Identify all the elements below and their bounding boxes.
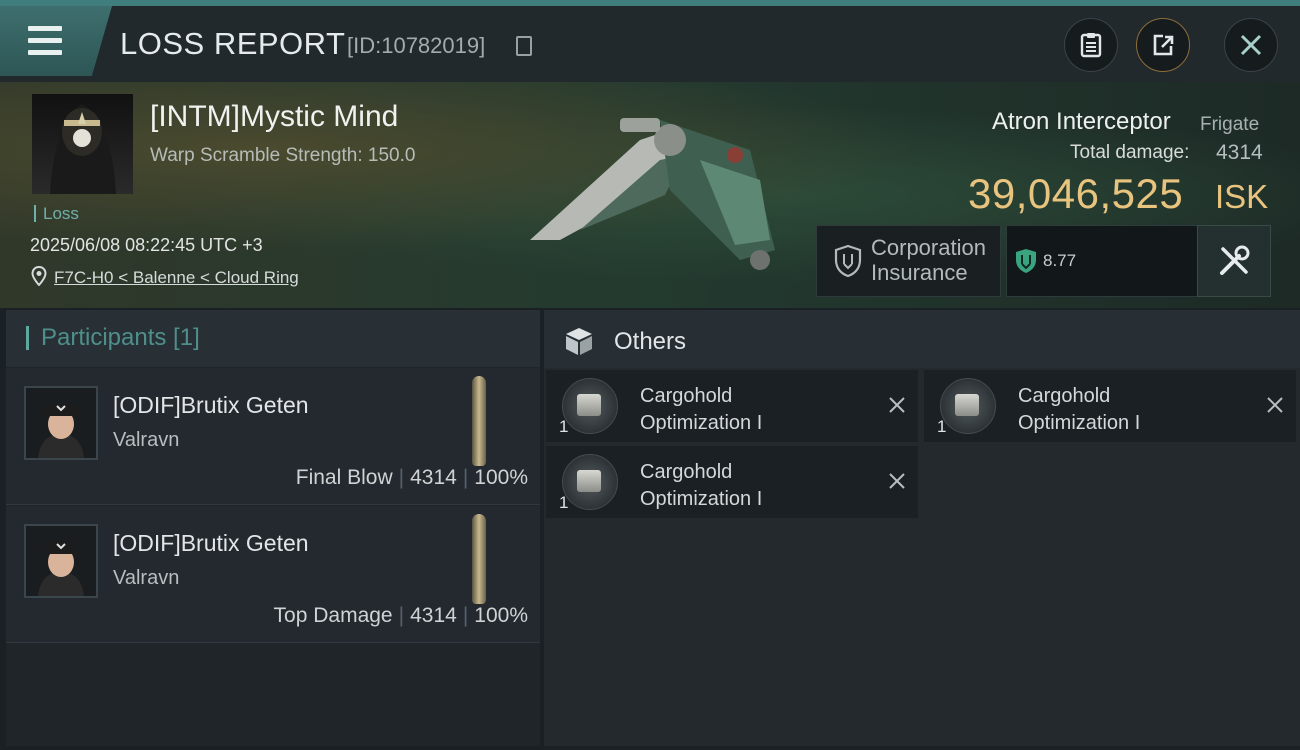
module-icon — [940, 378, 996, 434]
menu-icon — [28, 26, 62, 56]
participant-ship: Valravn — [113, 429, 180, 451]
share-icon — [1153, 34, 1174, 56]
destroyed-x-icon — [889, 397, 905, 413]
item-name-line1: Cargohold — [640, 461, 733, 483]
module-icon — [562, 378, 618, 434]
share-button[interactable] — [1136, 18, 1190, 72]
insurance-label-line1: Corporation — [871, 235, 986, 260]
total-damage-label: Total damage: — [1070, 142, 1190, 163]
participant-avatar[interactable] — [24, 524, 98, 598]
security-value: 8.77 — [1043, 251, 1077, 270]
participants-title[interactable]: Participants [1] — [26, 326, 200, 350]
page-title: LOSS REPORT — [120, 26, 346, 61]
total-damage-value: 4314 — [1216, 141, 1263, 164]
item-name: Cargohold Optimization I — [1018, 383, 1140, 437]
participant-avatar[interactable] — [24, 386, 98, 460]
item-quantity: 1 — [559, 493, 569, 512]
loss-datetime: 2025/06/08 08:22:45 UTC +3 — [30, 235, 263, 255]
status-badge: Loss — [34, 205, 79, 222]
participant-percent: 100% — [474, 604, 528, 627]
others-title: Others — [614, 328, 687, 355]
weapon-icon[interactable] — [472, 514, 486, 604]
participant-stats: Final Blow | 4314 | 100% — [295, 466, 528, 489]
ship-name[interactable]: Atron Interceptor — [992, 108, 1171, 136]
participant-card[interactable]: [ODIF]Brutix Geten Valravn Final Blow | 43… — [6, 368, 540, 505]
item-quantity: 1 — [937, 417, 947, 436]
victim-portrait[interactable] — [32, 94, 133, 194]
cargo-box-icon — [566, 328, 592, 355]
participant-name[interactable]: [ODIF]Brutix Geten — [113, 530, 309, 557]
clipboard-button[interactable] — [1064, 18, 1118, 72]
cargo-item[interactable]: 1 Cargohold Optimization I — [924, 370, 1296, 442]
item-name-line1: Cargohold — [1018, 385, 1111, 407]
cargo-item[interactable]: 1 Cargohold Optimization I — [546, 370, 918, 442]
pilot-portrait-image — [50, 104, 116, 194]
participant-portrait-image — [38, 403, 84, 458]
item-name: Cargohold Optimization I — [640, 459, 762, 513]
isk-value: 39,046,525 — [968, 170, 1184, 217]
isk-unit: ISK — [1215, 178, 1269, 215]
destroyed-x-icon — [889, 473, 905, 489]
victim-name[interactable]: [INTM]Mystic Mind — [150, 100, 398, 134]
item-name-line2: Optimization I — [1018, 412, 1141, 434]
participant-percent: 100% — [474, 466, 528, 489]
item-name-line2: Optimization I — [640, 488, 763, 510]
insurance-label: Corporation Insurance — [871, 235, 986, 285]
warp-scramble-strength: Warp Scramble Strength: 150.0 — [150, 145, 416, 166]
participant-portrait-image — [38, 541, 84, 596]
clipboard-icon — [1080, 33, 1102, 58]
item-name-line2: Optimization I — [640, 412, 763, 434]
copy-icon[interactable] — [516, 36, 532, 56]
item-quantity: 1 — [559, 417, 569, 436]
module-icon — [562, 454, 618, 510]
participant-name[interactable]: [ODIF]Brutix Geten — [113, 392, 309, 419]
fitting-tools-button[interactable] — [1197, 225, 1271, 297]
insurance-shield-icon — [834, 244, 862, 278]
cargo-item[interactable]: 1 Cargohold Optimization I — [546, 446, 918, 518]
tools-icon — [1220, 245, 1250, 275]
participant-role: Top Damage — [273, 604, 393, 627]
insurance-label-line2: Insurance — [871, 260, 968, 285]
location-link[interactable]: F7C-H0 < Balenne < Cloud Ring — [54, 268, 299, 288]
close-button[interactable] — [1224, 18, 1278, 72]
location-pin-icon — [31, 266, 47, 286]
participant-damage: 4314 — [410, 604, 457, 627]
close-icon — [1240, 34, 1262, 56]
report-id: [ID:10782019] — [347, 33, 486, 58]
corporation-insurance-button[interactable]: Corporation Insurance — [816, 225, 1001, 297]
participant-role: Final Blow — [295, 466, 393, 489]
item-name-line1: Cargohold — [640, 385, 733, 407]
ship-class: Frigate — [1200, 114, 1260, 135]
weapon-icon[interactable] — [472, 376, 486, 466]
destroyed-x-icon — [1267, 397, 1283, 413]
participant-card[interactable]: [ODIF]Brutix Geten Valravn Top Damage | 43… — [6, 506, 540, 643]
ship-render[interactable] — [520, 100, 790, 280]
participant-stats: Top Damage | 4314 | 100% — [273, 604, 528, 627]
security-shield-icon — [1016, 249, 1036, 273]
item-name: Cargohold Optimization I — [640, 383, 762, 437]
security-status-box: 8.77 — [1006, 225, 1198, 297]
participant-damage: 4314 — [410, 466, 457, 489]
participant-ship: Valravn — [113, 567, 180, 589]
